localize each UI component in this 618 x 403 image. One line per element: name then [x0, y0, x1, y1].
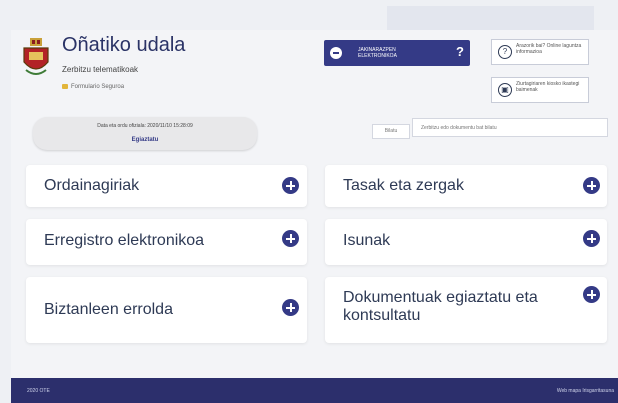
plus-icon[interactable]: [583, 230, 600, 247]
footer: 2020 OTE Web mapa Irisgarritasuna: [11, 378, 618, 403]
plus-icon[interactable]: [282, 177, 299, 194]
card-label: Dokumentuak egiaztatu eta kontsultatu: [343, 289, 538, 324]
minus-circle-icon: [330, 47, 342, 59]
card-isunak[interactable]: Isunak: [325, 219, 607, 265]
org-name[interactable]: Oñatiko udala: [62, 34, 185, 57]
card-erregistro-elektronikoa[interactable]: Erregistro elektronikoa: [26, 219, 307, 265]
certificate-link-text: Ziurtagiriaren kiosko ikastegi baimenak: [516, 81, 580, 93]
help-link-text: Arazorik bai? Online laguntza informazio…: [516, 43, 582, 55]
card-ordainagiriak[interactable]: Ordainagiriak: [26, 165, 307, 207]
card-dokumentuak-egiaztatu[interactable]: Dokumentuak egiaztatu eta kontsultatu: [325, 277, 607, 343]
secure-form-notice: Formulario Seguroa: [62, 84, 124, 90]
card-label: Ordainagiriak: [44, 177, 140, 194]
certificate-link-box[interactable]: ▣ Ziurtagiriaren kiosko ikastegi baimena…: [491, 77, 589, 103]
card-label: Erregistro elektronikoa: [44, 232, 205, 249]
org-subtitle: Zerbitzu telematikoak: [62, 65, 139, 74]
official-date-box: Data eta ordu ofiziala: 2020/11/10 15:28…: [33, 117, 257, 150]
plus-icon[interactable]: [282, 230, 299, 247]
certificate-icon: ▣: [498, 83, 512, 97]
card-label: Isunak: [343, 232, 391, 249]
help-icon[interactable]: ?: [456, 44, 464, 59]
footer-links[interactable]: Web mapa Irisgarritasuna: [557, 388, 614, 394]
search-label: Bilatu: [372, 124, 410, 139]
official-date-text: Data eta ordu ofiziala: 2020/11/10 15:28…: [97, 123, 193, 129]
card-biztanleen-errolda[interactable]: Biztanleen errolda: [26, 277, 307, 343]
verify-link[interactable]: Egiaztatu: [33, 137, 257, 143]
secure-form-text: Formulario Seguroa: [71, 84, 125, 91]
lock-icon: [62, 84, 68, 89]
card-label: Biztanleen errolda: [44, 301, 173, 318]
card-tasak-eta-zergak[interactable]: Tasak eta zergak: [325, 165, 607, 207]
card-label: Tasak eta zergak: [343, 177, 464, 194]
question-icon: ?: [498, 45, 512, 59]
footer-copyright: 2020 OTE: [27, 388, 50, 394]
top-strip: [387, 6, 594, 31]
help-link-box[interactable]: ? Arazorik bai? Online laguntza informaz…: [491, 39, 589, 65]
plus-icon[interactable]: [282, 299, 299, 316]
electronic-notification-button[interactable]: JAKINARAZPEN ELEKTRONIKOA ?: [324, 40, 470, 66]
electronic-notification-label: JAKINARAZPEN ELEKTRONIKOA: [358, 47, 397, 59]
coat-of-arms-logo: [23, 38, 49, 75]
plus-icon[interactable]: [583, 286, 600, 303]
search-input[interactable]: [412, 118, 608, 137]
plus-icon[interactable]: [583, 177, 600, 194]
